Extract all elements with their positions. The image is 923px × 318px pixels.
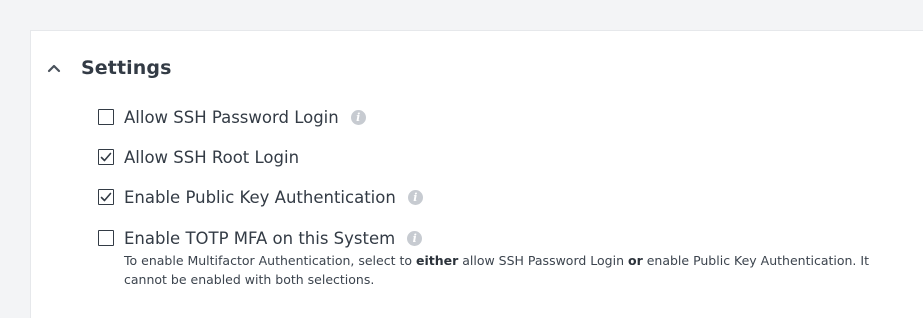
enable-totp-mfa-checkbox[interactable] (98, 230, 114, 246)
option-allow-ssh-password-login[interactable]: Allow SSH Password Login i (98, 106, 366, 128)
allow-ssh-password-login-checkbox[interactable] (98, 109, 114, 125)
help-text-part: To enable Multifactor Authentication, se… (124, 253, 416, 268)
mfa-help-text: To enable Multifactor Authentication, se… (124, 251, 894, 289)
option-label: Enable Public Key Authentication (124, 187, 396, 207)
option-enable-public-key-authentication[interactable]: Enable Public Key Authentication i (98, 186, 423, 208)
enable-public-key-authentication-checkbox[interactable] (98, 189, 114, 205)
option-allow-ssh-root-login[interactable]: Allow SSH Root Login (98, 146, 299, 168)
option-label: Allow SSH Root Login (124, 147, 300, 167)
option-label: Enable TOTP MFA on this System (124, 228, 396, 248)
checkmark-icon (100, 192, 112, 202)
info-icon[interactable]: i (407, 230, 423, 246)
section-title: Settings (81, 57, 172, 79)
info-icon[interactable]: i (407, 189, 423, 205)
help-text-emphasis: either (415, 253, 459, 268)
settings-section-toggle[interactable]: Settings (47, 55, 171, 81)
help-text-emphasis: or (627, 253, 643, 268)
info-icon[interactable]: i (350, 109, 366, 125)
allow-ssh-root-login-checkbox[interactable] (98, 149, 114, 165)
checkmark-icon (100, 152, 112, 162)
help-text-part: allow SSH Password Login (458, 253, 628, 268)
settings-panel: Settings Allow SSH Password Login i Allo… (30, 30, 923, 318)
option-enable-totp-mfa[interactable]: Enable TOTP MFA on this System i (98, 227, 423, 249)
option-label: Allow SSH Password Login (124, 107, 339, 127)
chevron-up-icon[interactable] (47, 61, 61, 75)
